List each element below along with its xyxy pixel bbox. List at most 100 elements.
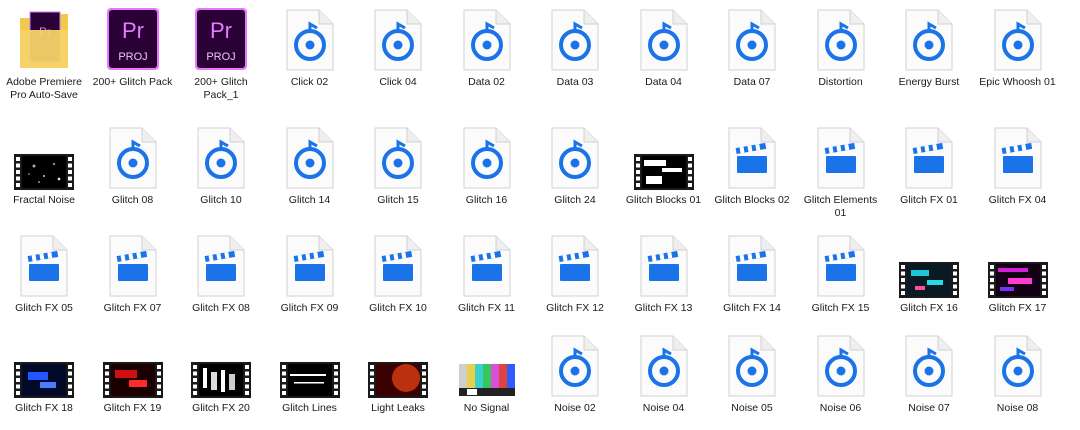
file-item[interactable]: Glitch FX 12 <box>531 230 619 330</box>
video-thumbnail-icon <box>91 330 175 398</box>
file-item[interactable]: Distortion <box>797 4 885 104</box>
file-label: Fractal Noise <box>13 194 75 206</box>
file-item[interactable]: Click 02 <box>266 4 354 104</box>
file-item[interactable]: Noise 07 <box>885 330 973 430</box>
file-item[interactable]: Glitch FX 17 <box>974 230 1062 330</box>
audio-file-icon <box>356 122 440 190</box>
audio-file-icon <box>268 122 352 190</box>
file-item[interactable]: Glitch FX 16 <box>885 230 973 330</box>
file-item[interactable]: Glitch 15 <box>354 122 442 222</box>
audio-file-icon <box>622 330 706 398</box>
svg-text:PROJ: PROJ <box>118 51 147 63</box>
file-item[interactable]: Glitch FX 13 <box>620 230 708 330</box>
file-label: Glitch FX 10 <box>369 302 427 314</box>
file-item[interactable]: Glitch FX 05 <box>0 230 88 330</box>
audio-file-icon <box>710 4 794 72</box>
file-item[interactable]: No Signal <box>443 330 531 430</box>
file-item[interactable]: Data 04 <box>620 4 708 104</box>
file-item[interactable]: Fractal Noise <box>0 122 88 222</box>
file-item[interactable]: Glitch 16 <box>443 122 531 222</box>
color-bars-thumbnail-icon <box>445 330 529 398</box>
file-label: Glitch FX 11 <box>458 302 515 314</box>
file-item[interactable]: Data 07 <box>708 4 796 104</box>
audio-file-icon <box>533 122 617 190</box>
file-label: Epic Whoosh 01 <box>979 76 1056 88</box>
file-item[interactable]: Energy Burst <box>885 4 973 104</box>
file-item[interactable]: Glitch FX 14 <box>708 230 796 330</box>
file-item[interactable]: Glitch FX 15 <box>797 230 885 330</box>
file-item[interactable]: Data 02 <box>443 4 531 104</box>
file-label: Light Leaks <box>371 402 425 414</box>
file-label: Glitch Blocks 02 <box>714 194 790 206</box>
file-label: Energy Burst <box>898 76 960 88</box>
file-item[interactable]: Glitch FX 11 <box>443 230 531 330</box>
file-label: Glitch Blocks 01 <box>625 194 702 206</box>
file-label: Glitch 14 <box>288 194 331 206</box>
file-item[interactable]: Glitch 08 <box>89 122 177 222</box>
video-file-icon <box>268 230 352 298</box>
audio-file-icon <box>356 4 440 72</box>
file-item[interactable]: Glitch Blocks 01 <box>620 122 708 222</box>
file-item[interactable]: Glitch 24 <box>531 122 619 222</box>
file-label: Glitch FX 18 <box>15 402 73 414</box>
file-label: Glitch 16 <box>465 194 508 206</box>
file-item[interactable]: Noise 06 <box>797 330 885 430</box>
file-item[interactable]: Glitch Lines <box>266 330 354 430</box>
file-item[interactable]: Glitch FX 08 <box>177 230 265 330</box>
file-item[interactable]: Epic Whoosh 01 <box>974 4 1062 104</box>
file-item[interactable]: Data 03 <box>531 4 619 104</box>
file-label: Glitch FX 09 <box>280 302 339 314</box>
file-item[interactable]: Noise 02 <box>531 330 619 430</box>
audio-file-icon <box>533 330 617 398</box>
video-thumbnail-icon <box>268 330 352 398</box>
file-item[interactable]: Glitch FX 09 <box>266 230 354 330</box>
file-label: Noise 02 <box>554 402 596 414</box>
video-file-icon <box>976 122 1060 190</box>
file-item[interactable]: Noise 04 <box>620 330 708 430</box>
file-label: Noise 04 <box>642 402 685 414</box>
file-label: Glitch FX 05 <box>15 302 73 314</box>
file-item[interactable]: Glitch FX 18 <box>0 330 88 430</box>
file-item[interactable]: Glitch FX 19 <box>89 330 177 430</box>
file-item[interactable]: Click 04 <box>354 4 442 104</box>
file-item[interactable]: Pr PROJ 200+ Glitch Pack_1 <box>177 4 265 104</box>
audio-file-icon <box>799 330 883 398</box>
file-item[interactable]: Pr Adobe Premiere Pro Auto-Save <box>0 4 88 104</box>
video-file-icon <box>799 230 883 298</box>
file-item[interactable]: Glitch FX 01 <box>885 122 973 222</box>
file-label: Glitch FX 04 <box>988 194 1047 206</box>
video-file-icon <box>179 230 263 298</box>
video-file-icon <box>622 230 706 298</box>
file-label: Glitch FX 13 <box>634 302 693 314</box>
file-label: Glitch FX 19 <box>103 402 162 414</box>
file-item[interactable]: Glitch FX 07 <box>89 230 177 330</box>
file-item[interactable]: Noise 05 <box>708 330 796 430</box>
file-item[interactable]: Glitch Blocks 02 <box>708 122 796 222</box>
file-item[interactable]: Light Leaks <box>354 330 442 430</box>
audio-file-icon <box>710 330 794 398</box>
file-label: Glitch FX 07 <box>103 302 162 314</box>
file-grid: Pr Adobe Premiere Pro Auto-Save Pr PROJ … <box>0 0 1080 425</box>
file-item[interactable]: Glitch 10 <box>177 122 265 222</box>
premiere-project-icon: Pr PROJ <box>179 4 263 72</box>
audio-file-icon <box>622 4 706 72</box>
file-label: Noise 05 <box>731 402 773 414</box>
file-label: Data 04 <box>645 76 682 88</box>
file-item[interactable]: Glitch FX 10 <box>354 230 442 330</box>
file-item[interactable]: Glitch FX 20 <box>177 330 265 430</box>
file-label: Glitch FX 12 <box>546 302 604 314</box>
video-file-icon <box>710 230 794 298</box>
file-item[interactable]: Glitch 14 <box>266 122 354 222</box>
file-item[interactable]: Noise 08 <box>974 330 1062 430</box>
video-file-icon <box>710 122 794 190</box>
video-file-icon <box>887 122 971 190</box>
file-item[interactable]: Glitch FX 04 <box>974 122 1062 222</box>
file-item[interactable]: Pr PROJ 200+ Glitch Pack <box>89 4 177 104</box>
file-item[interactable]: Glitch Elements 01 <box>797 122 885 222</box>
file-label: Data 03 <box>556 76 594 88</box>
file-label: Glitch FX 16 <box>900 302 958 314</box>
file-label: Glitch Elements 01 <box>803 194 878 219</box>
audio-file-icon <box>91 122 175 190</box>
video-thumbnail-icon <box>2 330 86 398</box>
video-thumbnail-icon <box>179 330 263 398</box>
